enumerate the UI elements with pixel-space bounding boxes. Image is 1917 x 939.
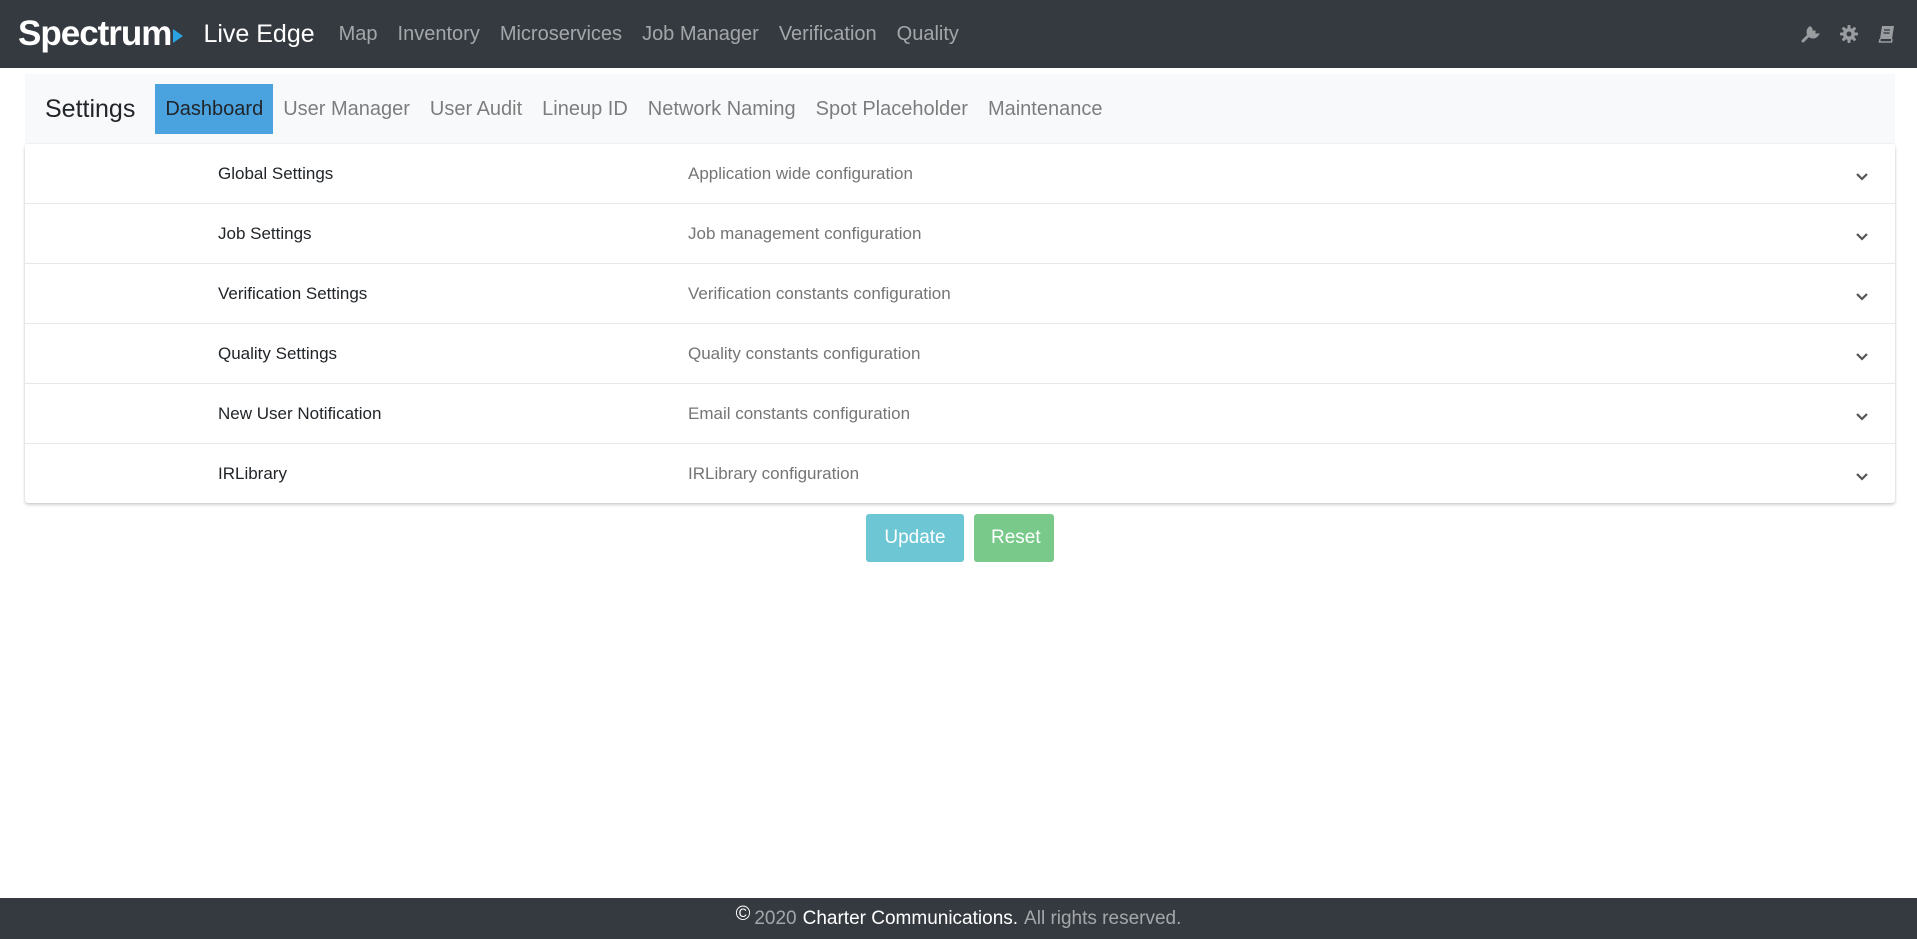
panel-quality-settings[interactable]: Quality Settings Quality constants confi… [25, 324, 1895, 384]
chevron-down-icon[interactable] [1855, 167, 1869, 187]
app-name[interactable]: Live Edge [203, 20, 314, 49]
panel-title: New User Notification [218, 404, 382, 423]
settings-panels: Global Settings Application wide configu… [25, 144, 1895, 503]
nav-job-manager[interactable]: Job Manager [632, 23, 769, 46]
page-title: Settings [45, 94, 136, 123]
panel-description: Verification constants configuration [688, 284, 951, 303]
tab-dashboard[interactable]: Dashboard [155, 84, 274, 134]
panel-verification-settings[interactable]: Verification Settings Verification const… [25, 264, 1895, 324]
tab-maintenance[interactable]: Maintenance [978, 84, 1113, 134]
panel-title: Job Settings [218, 224, 312, 243]
chevron-down-icon[interactable] [1855, 467, 1869, 487]
main-nav: Map Inventory Microservices Job Manager … [329, 0, 969, 68]
nav-quality[interactable]: Quality [887, 23, 969, 46]
chevron-down-icon[interactable] [1855, 347, 1869, 367]
panel-title: Quality Settings [218, 344, 338, 363]
update-button[interactable]: Update [866, 514, 964, 562]
wrench-icon[interactable] [1801, 24, 1821, 44]
nav-inventory[interactable]: Inventory [388, 23, 490, 46]
tab-network-naming[interactable]: Network Naming [638, 84, 806, 134]
footer-rights: All rights reserved. [1024, 907, 1182, 929]
action-buttons: Update Reset [866, 514, 1054, 562]
copyright-icon: © [735, 903, 751, 925]
nav-microservices[interactable]: Microservices [490, 23, 632, 46]
panel-job-settings[interactable]: Job Settings Job management configuratio… [25, 204, 1895, 264]
brand-text: Spectrum [18, 14, 172, 53]
nav-verification[interactable]: Verification [769, 23, 887, 46]
panel-irlibrary[interactable]: IRLibrary IRLibrary configuration [25, 444, 1895, 503]
panel-title: Verification Settings [218, 284, 368, 303]
nav-map[interactable]: Map [329, 23, 388, 46]
panel-new-user-notification[interactable]: New User Notification Email constants co… [25, 384, 1895, 444]
tab-lineup-id[interactable]: Lineup ID [532, 84, 638, 134]
top-icons [1801, 0, 1897, 68]
gear-icon[interactable] [1839, 24, 1859, 44]
panel-description: Job management configuration [688, 224, 922, 243]
tab-spot-placeholder[interactable]: Spot Placeholder [806, 84, 978, 134]
spectrum-logo[interactable]: Spectrum [18, 0, 184, 68]
panel-description: IRLibrary configuration [688, 464, 860, 483]
settings-header: Settings Dashboard User Manager User Aud… [25, 74, 1895, 144]
panel-title: Global Settings [218, 164, 334, 183]
reset-button[interactable]: Reset [974, 514, 1054, 562]
panel-description: Email constants configuration [688, 404, 911, 423]
top-navbar: Spectrum Live Edge Map Inventory Microse… [0, 0, 1917, 68]
footer-company: Charter Communications. [802, 907, 1019, 929]
footer-year: 2020 [754, 907, 797, 929]
panel-description: Quality constants configuration [688, 344, 921, 363]
chevron-down-icon[interactable] [1855, 407, 1869, 427]
brand-arrow-icon [173, 29, 184, 43]
panel-global-settings[interactable]: Global Settings Application wide configu… [25, 144, 1895, 204]
footer: © 2020 Charter Communications. All right… [0, 898, 1917, 939]
panel-description: Application wide configuration [688, 164, 913, 183]
tab-user-manager[interactable]: User Manager [273, 84, 420, 134]
chevron-down-icon[interactable] [1855, 227, 1869, 247]
tab-user-audit[interactable]: User Audit [420, 84, 532, 134]
chevron-down-icon[interactable] [1855, 287, 1869, 307]
book-icon[interactable] [1877, 24, 1897, 44]
panel-title: IRLibrary [218, 464, 287, 483]
